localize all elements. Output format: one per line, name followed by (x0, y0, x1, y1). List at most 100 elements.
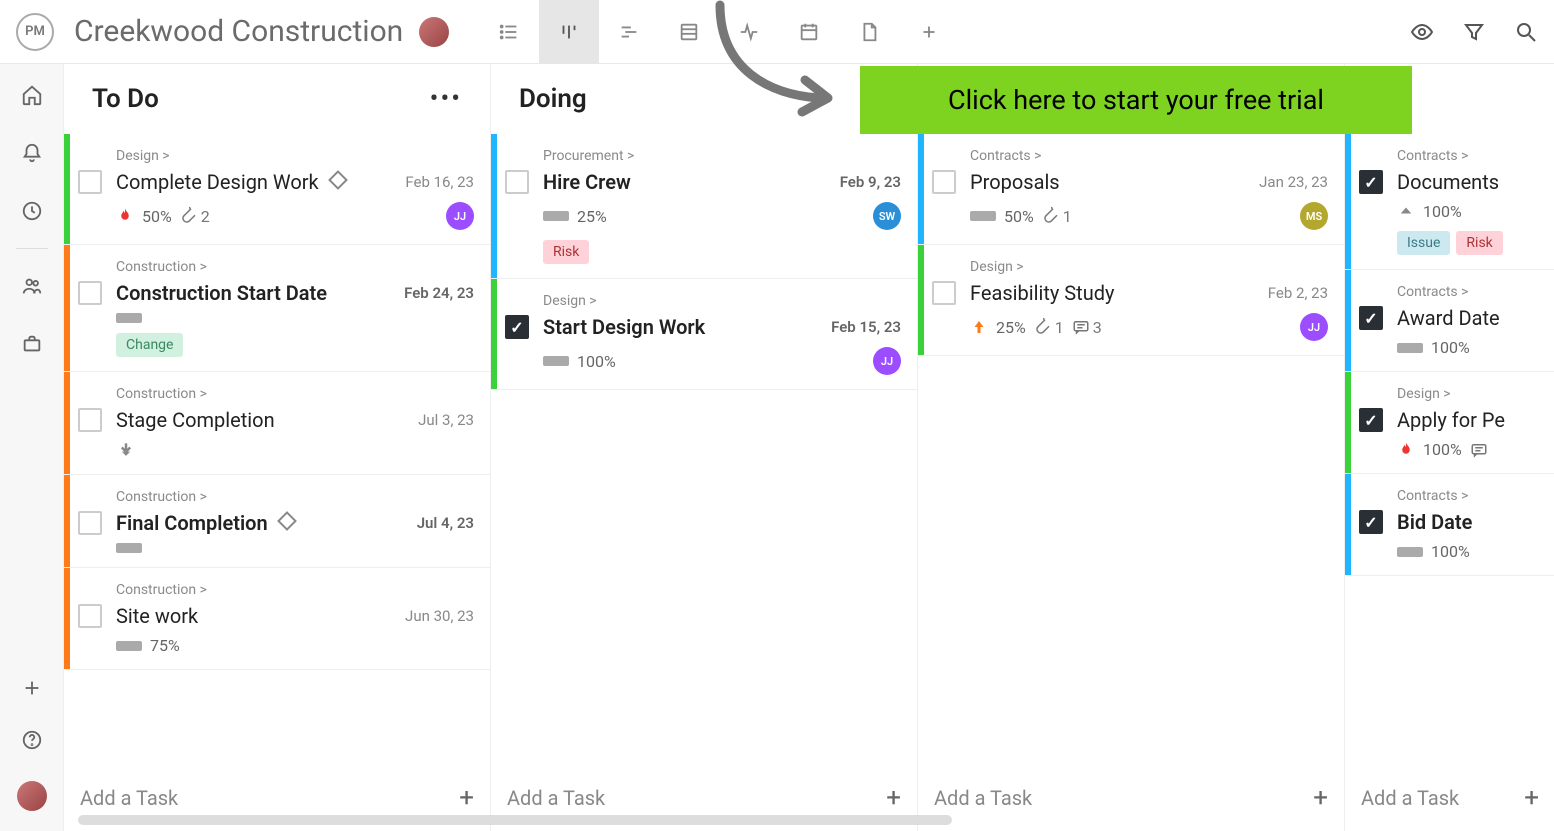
card-breadcrumb[interactable]: Construction > (116, 386, 474, 402)
task-card[interactable]: Procurement > Hire Crew Feb 9, 23 25%SW … (491, 134, 917, 279)
assignee-avatar[interactable]: JJ (873, 347, 901, 375)
card-date: Feb 24, 23 (404, 284, 474, 302)
user-avatar[interactable] (17, 781, 47, 811)
view-activity-icon[interactable] (719, 0, 779, 64)
progress-dash-icon (970, 211, 996, 221)
card-breadcrumb[interactable]: Construction > (116, 489, 474, 505)
filter-icon[interactable] (1462, 20, 1486, 44)
history-icon[interactable] (21, 200, 43, 222)
view-gantt-icon[interactable] (599, 0, 659, 64)
view-add-icon[interactable] (899, 0, 959, 64)
task-checkbox[interactable] (932, 281, 956, 305)
task-checkbox[interactable] (505, 315, 529, 339)
tag[interactable]: Risk (1456, 231, 1502, 255)
task-card[interactable]: Design > Feasibility Study Feb 2, 23 25%… (918, 245, 1344, 356)
card-title: Stage Completion (116, 408, 275, 432)
task-card[interactable]: Contracts > Bid Date 100% (1345, 474, 1554, 576)
cta-banner[interactable]: Click here to start your free trial (860, 66, 1412, 134)
attachment-count[interactable]: 1 (1042, 207, 1072, 226)
card-breadcrumb[interactable]: Construction > (116, 582, 474, 598)
column-menu-icon[interactable]: ••• (430, 84, 462, 114)
help-icon[interactable] (21, 729, 43, 751)
view-list-icon[interactable] (479, 0, 539, 64)
task-card[interactable]: Contracts > Award Date 100% (1345, 270, 1554, 372)
card-stripe (1345, 270, 1351, 371)
card-breadcrumb[interactable]: Procurement > (543, 148, 901, 164)
tag[interactable]: Risk (543, 240, 589, 264)
assignee-avatar[interactable]: MS (1300, 202, 1328, 230)
card-breadcrumb[interactable]: Contracts > (1397, 488, 1539, 504)
card-date: Feb 9, 23 (840, 173, 901, 191)
task-checkbox[interactable] (78, 408, 102, 432)
card-breadcrumb[interactable]: Contracts > (1397, 284, 1539, 300)
task-checkbox[interactable] (78, 170, 102, 194)
task-card[interactable]: Contracts > Proposals Jan 23, 23 50%1MS (918, 134, 1344, 245)
board-column: Contracts > Proposals Jan 23, 23 50%1MS … (918, 64, 1345, 831)
add-icon[interactable] (21, 677, 43, 699)
percent-complete: 50% (142, 207, 172, 226)
tag[interactable]: Issue (1397, 231, 1450, 255)
task-checkbox[interactable] (78, 281, 102, 305)
card-breadcrumb[interactable]: Design > (543, 293, 901, 309)
card-date: Jul 4, 23 (417, 514, 474, 532)
progress-dash-icon (116, 313, 142, 323)
card-stripe (64, 134, 70, 244)
task-checkbox[interactable] (78, 604, 102, 628)
task-checkbox[interactable] (1359, 408, 1383, 432)
comment-count[interactable]: 3 (1072, 318, 1102, 337)
home-icon[interactable] (21, 84, 43, 106)
card-breadcrumb[interactable]: Contracts > (970, 148, 1328, 164)
card-date: Feb 15, 23 (831, 318, 901, 336)
notifications-icon[interactable] (21, 142, 43, 164)
view-file-icon[interactable] (839, 0, 899, 64)
card-breadcrumb[interactable]: Design > (970, 259, 1328, 275)
task-card[interactable]: Contracts > Documents 100% IssueRisk (1345, 134, 1554, 270)
task-card[interactable]: Design > Start Design Work Feb 15, 23 10… (491, 279, 917, 390)
task-checkbox[interactable] (1359, 306, 1383, 330)
task-card[interactable]: Construction > Final Completion Jul 4, 2… (64, 475, 490, 568)
view-calendar-icon[interactable] (779, 0, 839, 64)
view-sheet-icon[interactable] (659, 0, 719, 64)
project-title[interactable]: Creekwood Construction (74, 14, 403, 49)
task-card[interactable]: Design > Complete Design Work Feb 16, 23… (64, 134, 490, 245)
attachment-count[interactable]: 2 (180, 207, 210, 226)
card-breadcrumb[interactable]: Construction > (116, 259, 474, 275)
comment-count[interactable] (1470, 441, 1491, 459)
card-title: Hire Crew (543, 170, 631, 194)
task-checkbox[interactable] (505, 170, 529, 194)
briefcase-icon[interactable] (21, 333, 43, 355)
card-stripe (1345, 372, 1351, 473)
percent-complete: 75% (150, 636, 180, 655)
sidebar-divider (16, 248, 48, 249)
horizontal-scrollbar[interactable] (78, 815, 1534, 825)
logo[interactable]: PM (16, 13, 54, 51)
top-header: PM Creekwood Construction (0, 0, 1554, 64)
search-icon[interactable] (1514, 20, 1538, 44)
task-checkbox[interactable] (78, 511, 102, 535)
view-board-icon[interactable] (539, 0, 599, 64)
board-column: Doing Procurement > Hire Crew Feb 9, 23 … (491, 64, 918, 831)
card-breadcrumb[interactable]: Contracts > (1397, 148, 1539, 164)
plus-icon: + (1313, 783, 1328, 813)
card-breadcrumb[interactable]: Design > (116, 148, 474, 164)
card-stripe (64, 245, 70, 371)
task-checkbox[interactable] (1359, 170, 1383, 194)
task-card[interactable]: Design > Apply for Pe 100% (1345, 372, 1554, 474)
tag[interactable]: Change (116, 333, 183, 357)
task-card[interactable]: Construction > Construction Start Date F… (64, 245, 490, 372)
task-checkbox[interactable] (932, 170, 956, 194)
assignee-avatar[interactable]: JJ (1300, 313, 1328, 341)
task-card[interactable]: Construction > Stage Completion Jul 3, 2… (64, 372, 490, 475)
attachment-count[interactable]: 1 (1034, 318, 1064, 337)
assignee-avatar[interactable]: JJ (446, 202, 474, 230)
card-breadcrumb[interactable]: Design > (1397, 386, 1539, 402)
card-title: Site work (116, 604, 198, 628)
plus-icon: + (1524, 783, 1539, 813)
visibility-icon[interactable] (1410, 20, 1434, 44)
header-avatar[interactable] (419, 17, 449, 47)
task-card[interactable]: Construction > Site work Jun 30, 23 75% (64, 568, 490, 670)
assignee-avatar[interactable]: SW (873, 202, 901, 230)
people-icon[interactable] (21, 275, 43, 297)
task-checkbox[interactable] (1359, 510, 1383, 534)
card-title: Construction Start Date (116, 281, 327, 305)
